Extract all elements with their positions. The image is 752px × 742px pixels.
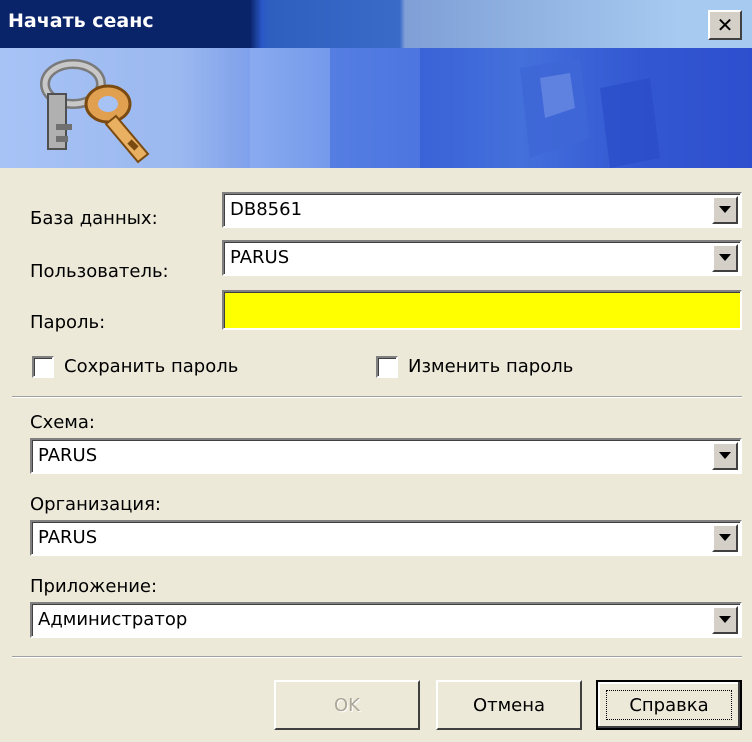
header-banner	[0, 48, 752, 168]
database-value: DB8561	[230, 199, 303, 220]
focus-rect	[606, 690, 732, 720]
user-dropdown-button[interactable]	[712, 244, 738, 272]
ok-button[interactable]: OK	[274, 680, 420, 730]
schema-value: PARUS	[38, 445, 98, 466]
schema-combobox[interactable]: PARUS	[30, 438, 742, 474]
application-dropdown-button[interactable]	[712, 606, 738, 634]
close-button[interactable]: ✕	[708, 10, 742, 40]
separator	[12, 396, 742, 398]
triangle-down-icon	[719, 534, 731, 541]
organization-dropdown-button[interactable]	[712, 524, 738, 552]
organization-value: PARUS	[38, 527, 98, 548]
triangle-down-icon	[719, 254, 731, 261]
organization-combobox[interactable]: PARUS	[30, 520, 742, 556]
keys-icon	[40, 59, 150, 164]
save-password-checkbox[interactable]	[32, 356, 54, 378]
help-button[interactable]: Справка	[596, 680, 742, 730]
triangle-down-icon	[719, 452, 731, 459]
application-value: Администратор	[38, 609, 188, 630]
schema-label: Схема:	[30, 412, 95, 433]
window-title: Начать сеанс	[8, 10, 154, 32]
change-password-label[interactable]: Изменить пароль	[408, 356, 573, 377]
triangle-down-icon	[719, 616, 731, 623]
title-bar[interactable]: Начать сеанс ✕	[0, 0, 752, 48]
change-password-checkbox[interactable]	[376, 356, 398, 378]
database-dropdown-button[interactable]	[712, 196, 738, 224]
application-combobox[interactable]: Администратор	[30, 602, 742, 638]
cancel-button[interactable]: Отмена	[436, 680, 582, 730]
application-label: Приложение:	[30, 576, 158, 597]
user-label: Пользователь:	[30, 261, 169, 282]
password-label: Пароль:	[30, 312, 106, 333]
user-combobox[interactable]: PARUS	[222, 240, 742, 276]
close-icon: ✕	[716, 13, 734, 37]
organization-label: Организация:	[30, 494, 161, 515]
database-combobox[interactable]: DB8561	[222, 192, 742, 228]
database-label: База данных:	[30, 208, 158, 229]
user-value: PARUS	[230, 247, 290, 268]
save-password-label[interactable]: Сохранить пароль	[64, 356, 238, 377]
separator	[12, 656, 742, 658]
password-input[interactable]	[222, 290, 742, 330]
schema-dropdown-button[interactable]	[712, 442, 738, 470]
triangle-down-icon	[719, 206, 731, 213]
